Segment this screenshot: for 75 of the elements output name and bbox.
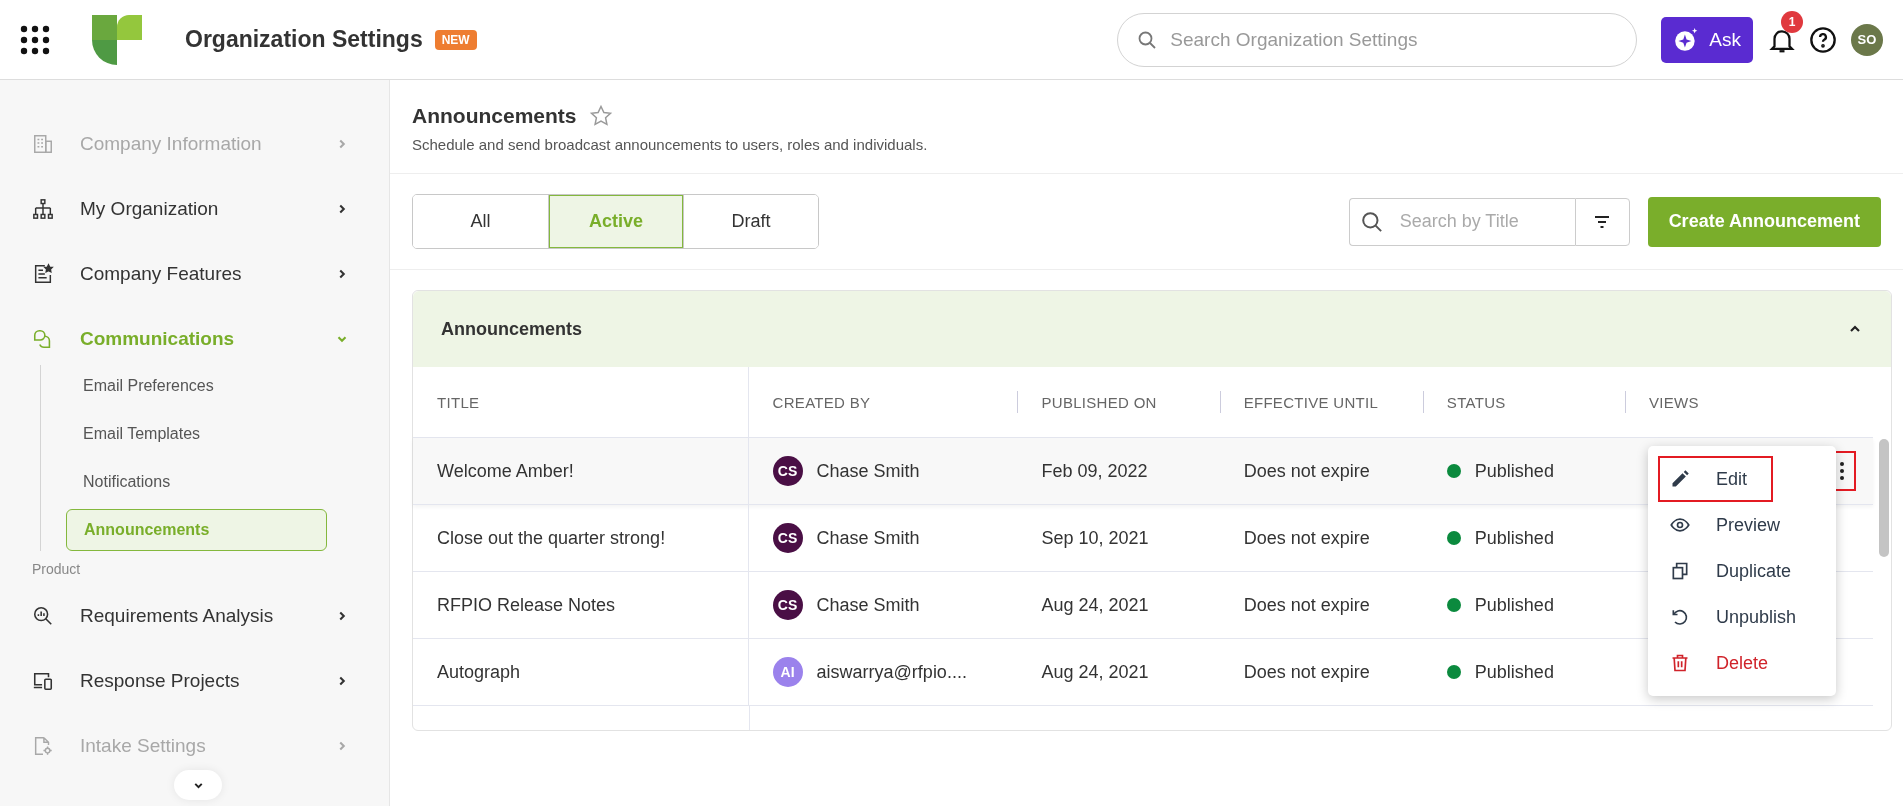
expiry-cell: Does not expire bbox=[1243, 460, 1370, 482]
title-cell: Close out the quarter strong! bbox=[437, 527, 666, 549]
status-cell: Published bbox=[1474, 661, 1554, 683]
status-cell: Published bbox=[1474, 527, 1554, 549]
new-badge: NEW bbox=[434, 29, 477, 50]
magnifier-chart-icon bbox=[32, 604, 54, 627]
user-avatar: CS bbox=[772, 590, 803, 620]
status-dot bbox=[1446, 598, 1461, 612]
column-header: EFFECTIVE UNTIL bbox=[1243, 393, 1379, 411]
menu-item[interactable]: Edit bbox=[1658, 456, 1773, 502]
expiry-cell: Does not expire bbox=[1243, 594, 1370, 616]
column-header: CREATED BY bbox=[772, 393, 871, 411]
creator-cell: Chase Smith bbox=[816, 527, 920, 549]
date-cell: Sep 10, 2021 bbox=[1041, 527, 1149, 549]
status-cell: Published bbox=[1474, 594, 1554, 616]
column-header: TITLE bbox=[437, 393, 480, 411]
document-star-icon bbox=[32, 262, 54, 285]
star-icon[interactable] bbox=[588, 104, 613, 128]
sparkle-icon bbox=[1673, 26, 1700, 53]
column-header: PUBLISHED ON bbox=[1041, 393, 1157, 411]
sidebar-item[interactable]: My Organization bbox=[0, 176, 389, 241]
kebab-icon bbox=[1839, 461, 1846, 481]
column-header: STATUS bbox=[1446, 393, 1506, 411]
expiry-cell: Does not expire bbox=[1243, 527, 1370, 549]
title-cell: RFPIO Release Notes bbox=[437, 594, 616, 616]
creator-cell: Chase Smith bbox=[816, 594, 920, 616]
user-avatar: CS bbox=[772, 456, 803, 486]
status-dot bbox=[1446, 665, 1461, 679]
column-header: VIEWS bbox=[1649, 393, 1699, 411]
menu-item[interactable]: Unpublish bbox=[1658, 594, 1834, 640]
search-field[interactable]: Search Organization Settings bbox=[1117, 12, 1638, 67]
date-cell: Feb 09, 2022 bbox=[1041, 460, 1148, 482]
sidebar-item[interactable]: Requirements Analysis bbox=[0, 583, 389, 648]
ask-button[interactable]: Ask bbox=[1661, 16, 1753, 63]
notification-count: 1 bbox=[1781, 10, 1803, 33]
building-icon bbox=[32, 132, 54, 155]
status-cell: Published bbox=[1474, 460, 1554, 482]
eye-icon bbox=[1670, 515, 1690, 535]
document-gear-icon bbox=[32, 734, 54, 757]
user-avatar[interactable]: SO bbox=[1851, 23, 1883, 56]
expiry-cell: Does not expire bbox=[1243, 661, 1370, 683]
user-avatar: AI bbox=[772, 657, 803, 687]
user-avatar: CS bbox=[772, 523, 803, 553]
search-icon bbox=[1137, 29, 1158, 50]
search-icon bbox=[1360, 210, 1383, 233]
title-cell: Autograph bbox=[437, 661, 521, 683]
hierarchy-icon bbox=[32, 197, 54, 220]
status-dot bbox=[1446, 464, 1461, 478]
logo-icon bbox=[92, 14, 142, 65]
menu-item[interactable]: Delete bbox=[1658, 640, 1834, 686]
app-title: Organization Settings bbox=[185, 26, 423, 53]
page-title: Announcements bbox=[412, 104, 577, 128]
title-cell: Welcome Amber! bbox=[437, 460, 574, 482]
menu-item[interactable]: Preview bbox=[1658, 502, 1834, 548]
app-grid-icon[interactable] bbox=[20, 24, 50, 55]
section-label: Product bbox=[31, 561, 82, 579]
page-description: Schedule and send broadcast announcements to users, roles and individuals. bbox=[412, 136, 929, 153]
help-icon[interactable] bbox=[1809, 25, 1837, 54]
status-dot bbox=[1446, 531, 1461, 545]
filter-tab[interactable]: Draft bbox=[683, 195, 818, 248]
refresh-icon bbox=[1670, 607, 1690, 627]
submenu-item[interactable]: Email Templates bbox=[66, 413, 327, 455]
creator-cell: aiswarrya@rfpio.... bbox=[816, 661, 967, 683]
search-field[interactable]: Search by Title bbox=[1348, 197, 1575, 246]
scrollbar-thumb[interactable] bbox=[1879, 439, 1889, 557]
sidebar-item[interactable]: Response Projects bbox=[0, 648, 389, 713]
pencil-icon bbox=[1670, 469, 1690, 489]
panel-title: Announcements bbox=[441, 318, 583, 340]
trash-icon bbox=[1670, 653, 1690, 673]
copy-icon bbox=[1670, 561, 1690, 581]
sidebar-item[interactable]: Company Features bbox=[0, 241, 389, 306]
submenu-item[interactable]: Notifications bbox=[66, 461, 327, 503]
creator-cell: Chase Smith bbox=[816, 460, 920, 482]
date-cell: Aug 24, 2021 bbox=[1041, 594, 1149, 616]
date-cell: Aug 24, 2021 bbox=[1041, 661, 1149, 683]
